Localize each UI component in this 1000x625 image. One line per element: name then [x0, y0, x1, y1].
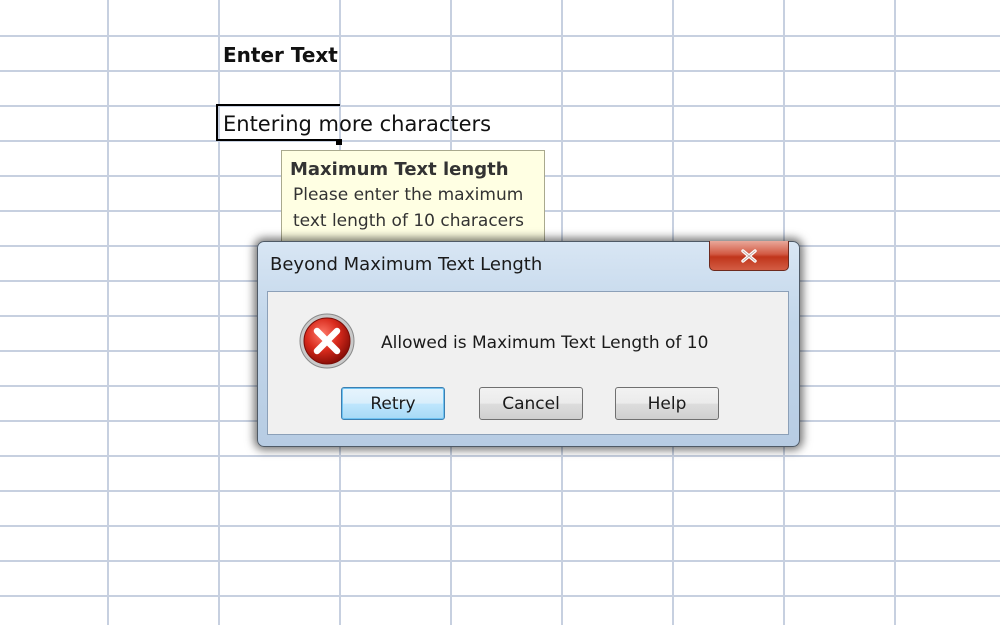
cancel-button[interactable]: Cancel	[479, 387, 583, 420]
error-icon	[299, 313, 355, 369]
dialog-title: Beyond Maximum Text Length	[270, 254, 543, 275]
retry-button[interactable]: Retry	[341, 387, 445, 420]
close-button[interactable]	[709, 241, 789, 271]
dialog-message: Allowed is Maximum Text Length of 10	[381, 333, 709, 353]
help-button[interactable]: Help	[615, 387, 719, 420]
fill-handle[interactable]	[336, 139, 342, 145]
input-message-body: Please enter the maximum text length of …	[293, 185, 524, 231]
dialog-body: Allowed is Maximum Text Length of 10 Ret…	[267, 291, 789, 435]
input-message-title: Maximum Text length	[290, 159, 509, 180]
error-dialog: Beyond Maximum Text Length Allowed is Ma…	[257, 241, 800, 447]
close-icon	[741, 248, 757, 263]
active-cell[interactable]: Entering more characters	[223, 112, 491, 136]
input-message-tooltip: Maximum Text length Please enter the max…	[281, 150, 545, 242]
header-cell[interactable]: Enter Text	[223, 43, 338, 67]
